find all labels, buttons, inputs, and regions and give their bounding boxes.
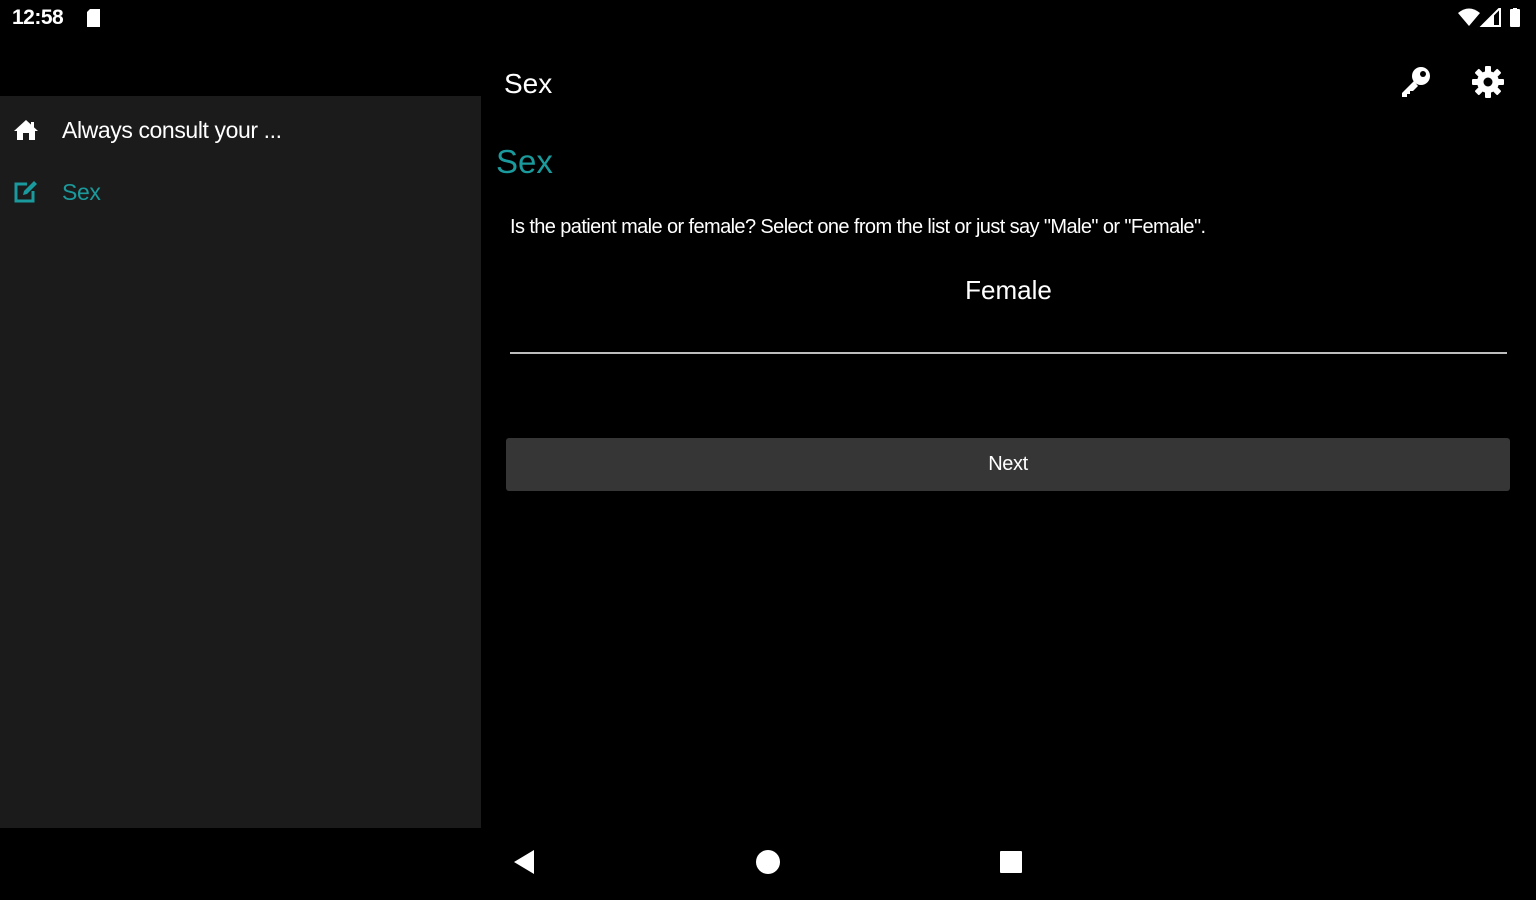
sidebar-item-sex[interactable]: Sex [0, 166, 481, 218]
system-nav-bar [0, 828, 1536, 900]
status-time: 12:58 [12, 6, 64, 29]
next-button[interactable]: Next [506, 438, 1510, 491]
key-button[interactable] [1396, 64, 1436, 104]
key-icon [1399, 65, 1433, 104]
settings-button[interactable] [1468, 64, 1508, 104]
battery-icon [1510, 8, 1520, 27]
sd-card-icon [86, 9, 101, 27]
home-circle-icon [755, 849, 781, 880]
back-icon [512, 849, 536, 880]
section-heading: Sex [496, 143, 553, 180]
back-button[interactable] [506, 846, 542, 882]
sidebar-item-label: Sex [62, 178, 101, 205]
status-bar: 12:58 [0, 0, 1536, 38]
recents-icon [999, 850, 1023, 879]
sex-select-field[interactable]: Female [510, 266, 1507, 354]
home-icon [12, 116, 40, 144]
navigation-drawer: Always consult your ... Sex [0, 96, 481, 828]
question-text: Is the patient male or female? Select on… [510, 216, 1206, 238]
signal-icon [1479, 8, 1501, 27]
selected-value: Female [965, 275, 1052, 305]
sidebar-item-home[interactable]: Always consult your ... [0, 104, 481, 156]
home-button[interactable] [750, 846, 786, 882]
sidebar-item-label: Always consult your ... [62, 116, 282, 143]
recents-button[interactable] [993, 846, 1029, 882]
wifi-icon [1458, 8, 1480, 26]
page-title: Sex [504, 68, 553, 99]
app-screen: 12:58 Always consult your ... Sex Sex Se… [0, 0, 1536, 900]
status-icons [1458, 8, 1526, 28]
gear-icon [1471, 65, 1505, 104]
edit-icon [12, 178, 40, 206]
